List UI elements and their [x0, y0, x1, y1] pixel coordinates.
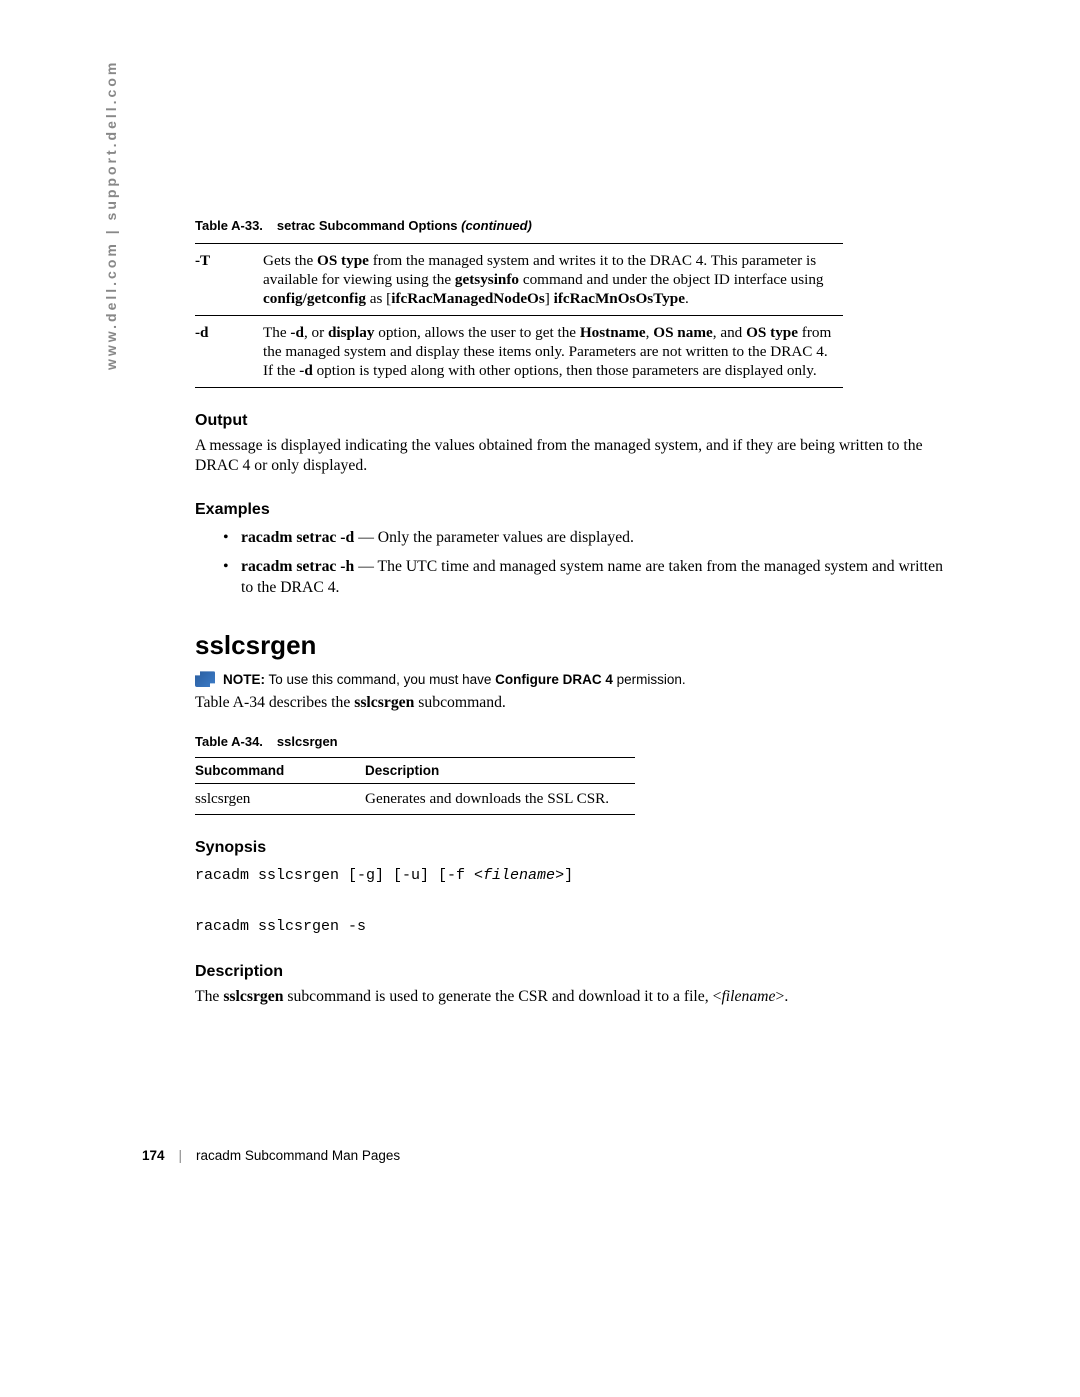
caption-prefix: Table A-33.	[195, 218, 263, 233]
intro-post: subcommand.	[414, 694, 506, 711]
note-permission: Configure DRAC 4	[495, 672, 613, 687]
option-desc: The -d, or display option, allows the us…	[263, 316, 843, 388]
note-text: NOTE: To use this command, you must have…	[223, 672, 686, 687]
cell-description: Generates and downloads the SSL CSR.	[365, 783, 635, 814]
page-footer: 174 | racadm Subcommand Man Pages	[142, 1148, 400, 1163]
caption-title: sslcsrgen	[277, 734, 338, 749]
code-line1a: racadm sslcsrgen [-g] [-u] [-f <	[195, 867, 483, 884]
examples-heading: Examples	[195, 501, 950, 519]
code-filename: filename	[483, 867, 555, 884]
desc-filename: filename	[721, 988, 775, 1005]
table-a33-caption: Table A-33. setrac Subcommand Options (co…	[195, 218, 950, 233]
sslcsrgen-heading: sslcsrgen	[195, 630, 950, 661]
table-a34-intro: Table A-34 describes the sslcsrgen subco…	[195, 693, 950, 713]
code-line1c: >]	[555, 867, 573, 884]
description-heading: Description	[195, 963, 950, 981]
table-a34: Subcommand Description sslcsrgen Generat…	[195, 757, 635, 815]
caption-continued: (continued)	[461, 218, 532, 233]
desc-mid: subcommand is used to generate the CSR a…	[283, 988, 721, 1005]
output-text: A message is displayed indicating the va…	[195, 436, 950, 477]
cell-subcommand: sslcsrgen	[195, 783, 365, 814]
col-description: Description	[365, 757, 635, 783]
caption-title: setrac Subcommand Options	[277, 218, 461, 233]
synopsis-heading: Synopsis	[195, 839, 950, 857]
note-post: permission.	[613, 672, 686, 687]
synopsis-code: racadm sslcsrgen [-g] [-u] [-f <filename…	[195, 863, 950, 940]
list-item: racadm setrac -h — The UTC time and mana…	[223, 556, 950, 598]
footer-separator: |	[179, 1148, 183, 1163]
col-subcommand: Subcommand	[195, 757, 365, 783]
desc-pre: The	[195, 988, 223, 1005]
intro-pre: Table A-34 describes the	[195, 694, 354, 711]
list-item: racadm setrac -d — Only the parameter va…	[223, 527, 950, 548]
note-icon	[195, 671, 215, 687]
table-row: sslcsrgen Generates and downloads the SS…	[195, 783, 635, 814]
table-header-row: Subcommand Description	[195, 757, 635, 783]
page-number: 174	[142, 1148, 165, 1163]
caption-prefix: Table A-34.	[195, 734, 263, 749]
note: NOTE: To use this command, you must have…	[195, 671, 950, 687]
code-line2: racadm sslcsrgen -s	[195, 918, 366, 935]
example-command: racadm setrac -d	[241, 529, 354, 546]
note-label: NOTE:	[223, 672, 265, 687]
page-content: Table A-33. setrac Subcommand Options (co…	[195, 218, 950, 1008]
desc-cmd: sslcsrgen	[223, 988, 283, 1005]
table-a33: -T Gets the OS type from the managed sys…	[195, 243, 843, 388]
description-text: The sslcsrgen subcommand is used to gene…	[195, 987, 950, 1007]
option-flag: -T	[195, 244, 263, 316]
side-url-text: www.dell.com | support.dell.com	[103, 60, 119, 370]
example-command: racadm setrac -h	[241, 558, 354, 575]
example-desc: — Only the parameter values are displaye…	[354, 529, 634, 546]
examples-list: racadm setrac -d — Only the parameter va…	[195, 527, 950, 599]
desc-post: >.	[775, 988, 788, 1005]
option-flag: -d	[195, 316, 263, 388]
footer-title: racadm Subcommand Man Pages	[196, 1148, 400, 1163]
table-row: -d The -d, or display option, allows the…	[195, 316, 843, 388]
table-row: -T Gets the OS type from the managed sys…	[195, 244, 843, 316]
table-a34-caption: Table A-34. sslcsrgen	[195, 734, 950, 749]
intro-cmd: sslcsrgen	[354, 694, 414, 711]
output-heading: Output	[195, 412, 950, 430]
note-pre: To use this command, you must have	[265, 672, 495, 687]
option-desc: Gets the OS type from the managed system…	[263, 244, 843, 316]
